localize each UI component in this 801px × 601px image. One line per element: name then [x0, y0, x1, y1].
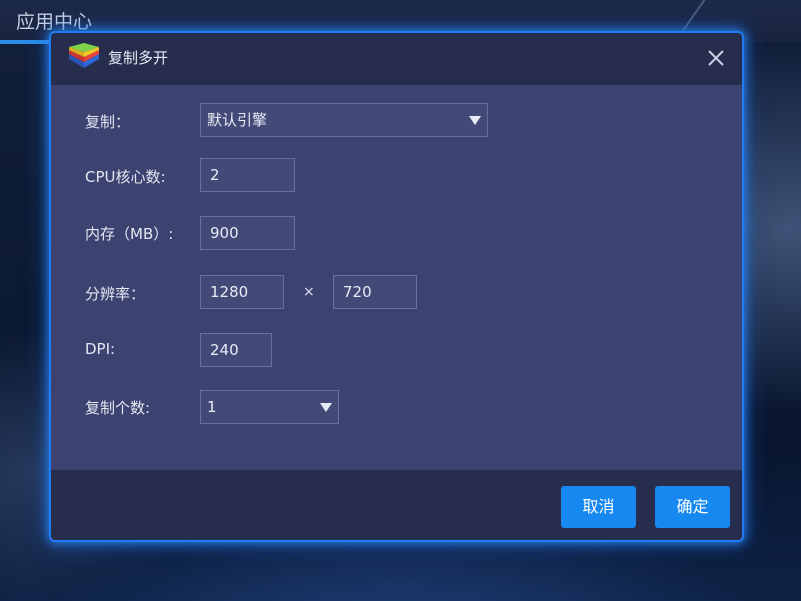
resolution-separator: ×: [303, 284, 315, 300]
dialog-header: 复制多开: [51, 33, 742, 85]
memory-label: 内存（MB）:: [85, 225, 174, 243]
dialog-footer: 取消 确定: [51, 470, 742, 540]
copy-label: 复制：: [85, 113, 131, 131]
cpu-label: CPU核心数:: [85, 168, 166, 186]
app-center-title: 应用中心: [16, 11, 93, 33]
cpu-cores-input[interactable]: 2: [200, 158, 295, 192]
caret-down-icon: [320, 403, 332, 412]
clone-count-select[interactable]: 1: [200, 390, 339, 424]
copy-engine-value: 默认引擎: [207, 111, 268, 129]
dpi-label: DPI:: [85, 340, 116, 358]
resolution-width-input[interactable]: 1280: [200, 275, 284, 309]
clone-count-value: 1: [207, 398, 217, 416]
cancel-button[interactable]: 取消: [561, 486, 636, 528]
dialog-title: 复制多开: [108, 49, 169, 67]
resolution-label: 分辨率：: [85, 285, 146, 303]
copy-engine-select[interactable]: 默认引擎: [200, 103, 488, 137]
clone-instance-dialog: 复制多开 复制： 默认引擎 CPU核心数: 2 内存（MB）: 900 分辨率：…: [51, 33, 742, 540]
bluestacks-logo-icon: [69, 43, 99, 68]
resolution-height-input[interactable]: 720: [333, 275, 417, 309]
close-icon[interactable]: [706, 48, 726, 68]
caret-down-icon: [469, 116, 481, 125]
dpi-input[interactable]: 240: [200, 333, 272, 367]
count-label: 复制个数:: [85, 399, 151, 417]
confirm-button[interactable]: 确定: [655, 486, 730, 528]
memory-input[interactable]: 900: [200, 216, 295, 250]
